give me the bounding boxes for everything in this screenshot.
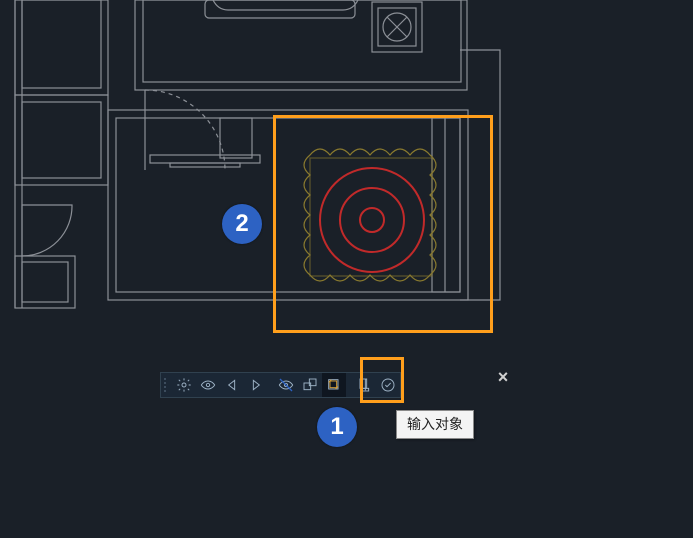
settings-button[interactable] [172, 373, 196, 397]
toolbar-grip[interactable] [163, 373, 169, 397]
eye-icon [200, 377, 216, 393]
visibility-button[interactable] [196, 373, 220, 397]
gear-icon [176, 377, 192, 393]
tooltip: 输入对象 [396, 410, 474, 439]
next-button[interactable] [244, 373, 268, 397]
drawing-canvas[interactable] [0, 0, 693, 538]
cad-drawing [0, 0, 693, 538]
close-button[interactable]: × [494, 368, 512, 386]
clip-icon [326, 377, 342, 393]
triangle-left-icon [224, 377, 240, 393]
hide-view-button[interactable] [274, 373, 298, 397]
triangle-right-icon [248, 377, 264, 393]
prev-button[interactable] [220, 373, 244, 397]
tooltip-text: 输入对象 [407, 416, 463, 432]
scale-button[interactable] [298, 373, 322, 397]
close-icon: × [498, 367, 509, 388]
scale-icon [302, 377, 318, 393]
eye-slash-icon [278, 377, 294, 393]
check-circle-icon [380, 377, 396, 393]
viewer-toolbar [160, 372, 401, 398]
input-object-button[interactable] [322, 373, 346, 397]
doc-button[interactable] [352, 373, 376, 397]
doc-icon [356, 377, 372, 393]
confirm-button[interactable] [376, 373, 400, 397]
